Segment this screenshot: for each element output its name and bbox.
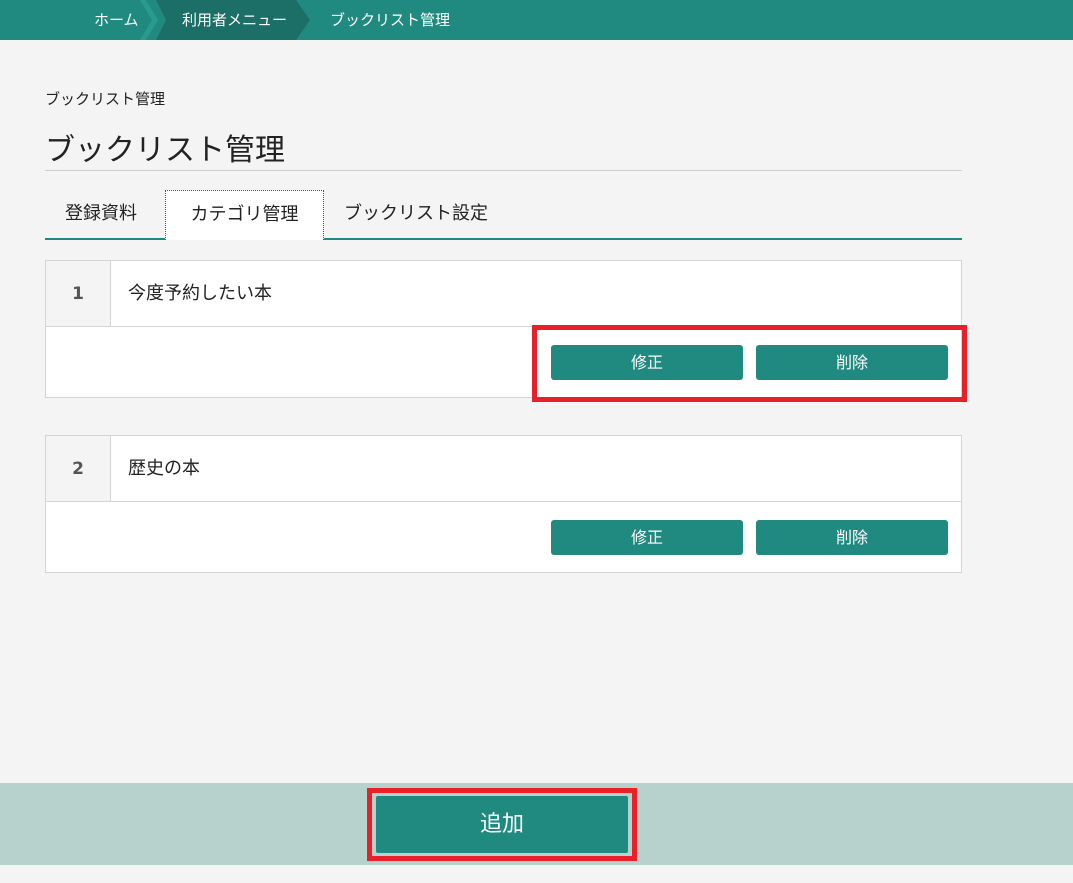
page-title: ブックリスト管理 xyxy=(45,133,285,168)
delete-button[interactable]: 削除 xyxy=(756,345,948,380)
breadcrumb-current: ブックリスト管理 xyxy=(330,11,451,29)
breadcrumb-user-menu-link[interactable]: 利用者メニュー xyxy=(156,0,310,40)
page-subtitle: ブックリスト管理 xyxy=(45,90,166,108)
delete-button[interactable]: 削除 xyxy=(756,520,948,555)
tab-category-management[interactable]: カテゴリ管理 xyxy=(165,190,324,240)
breadcrumb-separator xyxy=(140,0,158,40)
tab-bar: 登録資料 カテゴリ管理 ブックリスト設定 xyxy=(45,190,962,240)
edit-button[interactable]: 修正 xyxy=(551,345,743,380)
breadcrumb-home-link[interactable]: ホーム xyxy=(94,0,139,40)
category-card: 1 今度予約したい本 修正 削除 xyxy=(45,260,962,398)
tab-registered-materials[interactable]: 登録資料 xyxy=(65,190,137,238)
category-card: 2 歴史の本 修正 削除 xyxy=(45,435,962,573)
card-divider xyxy=(111,326,962,327)
title-divider xyxy=(45,170,962,171)
breadcrumb: ホーム 利用者メニュー ブックリスト管理 xyxy=(0,0,1073,40)
category-name: 今度予約したい本 xyxy=(128,283,272,304)
category-number: 2 xyxy=(46,436,111,502)
edit-button[interactable]: 修正 xyxy=(551,520,743,555)
add-button[interactable]: 追加 xyxy=(376,796,628,853)
tab-booklist-settings[interactable]: ブックリスト設定 xyxy=(344,190,488,238)
category-name: 歴史の本 xyxy=(128,458,200,479)
card-divider xyxy=(111,501,962,502)
category-number: 1 xyxy=(46,261,111,327)
